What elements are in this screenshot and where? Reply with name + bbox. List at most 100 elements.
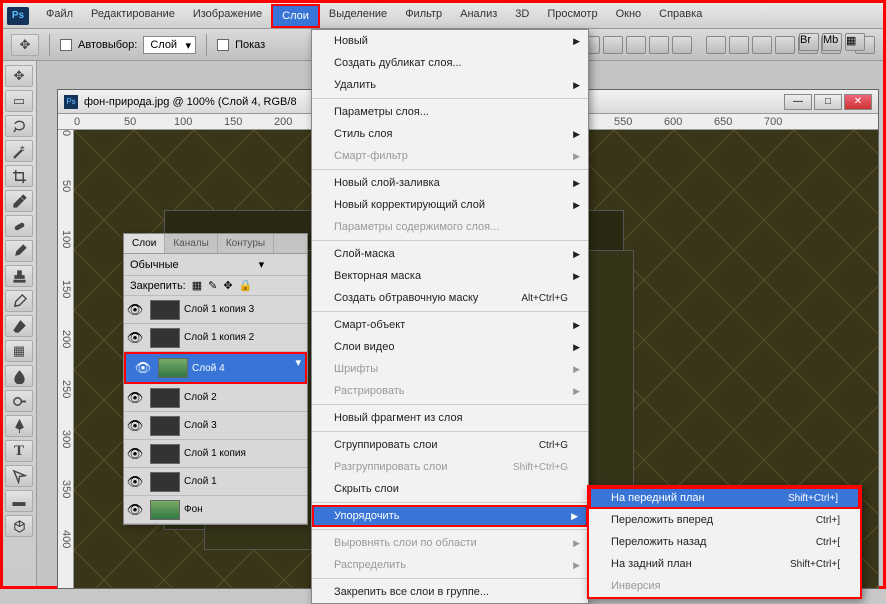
layer-thumbnail[interactable] (150, 388, 180, 408)
submenu-item[interactable]: На передний планShift+Ctrl+] (589, 487, 860, 509)
menu-item[interactable]: Упорядочить▶ (312, 505, 588, 527)
layer-name[interactable]: Фон (184, 504, 307, 515)
menu-item[interactable]: Создать обтравочную маскуAlt+Ctrl+G (312, 287, 588, 309)
menu-item[interactable]: Удалить▶ (312, 74, 588, 96)
layer-row[interactable]: 👁 Фон (124, 496, 307, 524)
layer-thumbnail[interactable] (150, 444, 180, 464)
layer-name[interactable]: Слой 1 (184, 476, 307, 487)
visibility-icon[interactable]: 👁 (124, 418, 146, 434)
layer-name[interactable]: Слой 3 (184, 420, 307, 431)
type-tool[interactable]: T (5, 440, 33, 462)
blend-mode[interactable]: Обычные (130, 259, 179, 271)
visibility-icon[interactable]: 👁 (132, 360, 154, 376)
visibility-icon[interactable]: 👁 (124, 502, 146, 518)
layer-thumbnail[interactable] (150, 328, 180, 348)
menu-справка[interactable]: Справка (650, 4, 711, 28)
layer-row[interactable]: 👁 Слой 2 (124, 384, 307, 412)
crop-tool[interactable] (5, 165, 33, 187)
align-btn[interactable] (626, 36, 646, 54)
menu-item[interactable]: Новый слой-заливка▶ (312, 172, 588, 194)
menu-3d[interactable]: 3D (506, 4, 538, 28)
menu-окно[interactable]: Окно (607, 4, 651, 28)
layer-thumbnail[interactable] (150, 300, 180, 320)
lock-all-icon[interactable]: 🔒 (239, 279, 253, 292)
layer-thumbnail[interactable] (150, 472, 180, 492)
panel-tab[interactable]: Контуры (218, 234, 274, 253)
autoselect-checkbox[interactable] (60, 39, 72, 51)
menu-редактирование[interactable]: Редактирование (82, 4, 184, 28)
blur-tool[interactable] (5, 365, 33, 387)
pen-tool[interactable] (5, 415, 33, 437)
menu-item[interactable]: Параметры слоя... (312, 101, 588, 123)
layer-row[interactable]: 👁 Слой 1 копия 2 (124, 324, 307, 352)
visibility-icon[interactable]: 👁 (124, 446, 146, 462)
menu-изображение[interactable]: Изображение (184, 4, 271, 28)
menu-слои[interactable]: Слои (271, 4, 320, 28)
visibility-icon[interactable]: 👁 (124, 390, 146, 406)
dodge-tool[interactable] (5, 390, 33, 412)
layer-row[interactable]: 👁Слой 1 (124, 468, 307, 496)
menu-item[interactable]: Векторная маска▶ (312, 265, 588, 287)
layer-name[interactable]: Слой 2 (184, 392, 307, 403)
lasso-tool[interactable] (5, 115, 33, 137)
heal-tool[interactable] (5, 215, 33, 237)
menu-анализ[interactable]: Анализ (451, 4, 506, 28)
layer-row[interactable]: 👁 Слой 1 копия (124, 440, 307, 468)
layer-name[interactable]: Слой 1 копия 2 (184, 332, 307, 343)
workspace-btn[interactable]: Mb (822, 33, 842, 51)
layer-thumbnail[interactable] (150, 500, 180, 520)
brush-tool[interactable] (5, 240, 33, 262)
panel-tab[interactable]: Слои (124, 234, 165, 253)
submenu-item[interactable]: На задний планShift+Ctrl+[ (589, 553, 860, 575)
marquee-tool[interactable]: ▭ (5, 90, 33, 112)
visibility-icon[interactable]: 👁 (124, 330, 146, 346)
minimize-button[interactable]: — (784, 94, 812, 110)
wand-tool[interactable] (5, 140, 33, 162)
shape-tool[interactable]: ▬ (5, 490, 33, 512)
menu-файл[interactable]: Файл (37, 4, 82, 28)
layer-name[interactable]: Слой 1 копия (184, 448, 307, 459)
menu-фильтр[interactable]: Фильтр (396, 4, 451, 28)
menu-item[interactable]: Смарт-объект▶ (312, 314, 588, 336)
eyedropper-tool[interactable] (5, 190, 33, 212)
maximize-button[interactable]: □ (814, 94, 842, 110)
workspace-btn[interactable]: ▦ (845, 33, 865, 51)
menu-выделение[interactable]: Выделение (320, 4, 396, 28)
layer-thumbnail[interactable] (158, 358, 188, 378)
layer-name[interactable]: Слой 4 (192, 363, 287, 374)
autoselect-dropdown[interactable]: Слой (143, 36, 196, 54)
move-tool-icon[interactable]: ✥ (11, 34, 39, 56)
layer-thumbnail[interactable] (150, 416, 180, 436)
path-tool[interactable] (5, 465, 33, 487)
layer-row[interactable]: 👁 Слой 1 копия 3 (124, 296, 307, 324)
dist-btn[interactable] (752, 36, 772, 54)
submenu-item[interactable]: Переложить впередCtrl+] (589, 509, 860, 531)
dist-btn[interactable] (729, 36, 749, 54)
menu-item[interactable]: Слой-маска▶ (312, 243, 588, 265)
menu-item[interactable]: Стиль слоя▶ (312, 123, 588, 145)
menu-item[interactable]: Новый▶ (312, 30, 588, 52)
lock-brush-icon[interactable]: ✎ (208, 279, 217, 292)
3d-tool[interactable] (5, 515, 33, 537)
gradient-tool[interactable]: ▦ (5, 340, 33, 362)
stamp-tool[interactable] (5, 265, 33, 287)
visibility-icon[interactable]: 👁 (124, 302, 146, 318)
align-btn[interactable] (672, 36, 692, 54)
menu-просмотр[interactable]: Просмотр (538, 4, 606, 28)
menu-item[interactable]: Скрыть слои (312, 478, 588, 500)
eraser-tool[interactable] (5, 315, 33, 337)
submenu-item[interactable]: Переложить назадCtrl+[ (589, 531, 860, 553)
close-button[interactable]: ✕ (844, 94, 872, 110)
show-checkbox[interactable] (217, 39, 229, 51)
dist-btn[interactable] (706, 36, 726, 54)
layer-name[interactable]: Слой 1 копия 3 (184, 304, 307, 315)
move-tool[interactable]: ✥ (5, 65, 33, 87)
menu-item[interactable]: Создать дубликат слоя... (312, 52, 588, 74)
menu-item[interactable]: Закрепить все слои в группе... (312, 581, 588, 603)
menu-item[interactable]: Слои видео▶ (312, 336, 588, 358)
lock-move-icon[interactable]: ✥ (223, 279, 232, 292)
dist-btn[interactable] (775, 36, 795, 54)
layer-row[interactable]: 👁 Слой 3 (124, 412, 307, 440)
history-brush-tool[interactable] (5, 290, 33, 312)
layer-row[interactable]: 👁 Слой 4 (124, 352, 307, 384)
